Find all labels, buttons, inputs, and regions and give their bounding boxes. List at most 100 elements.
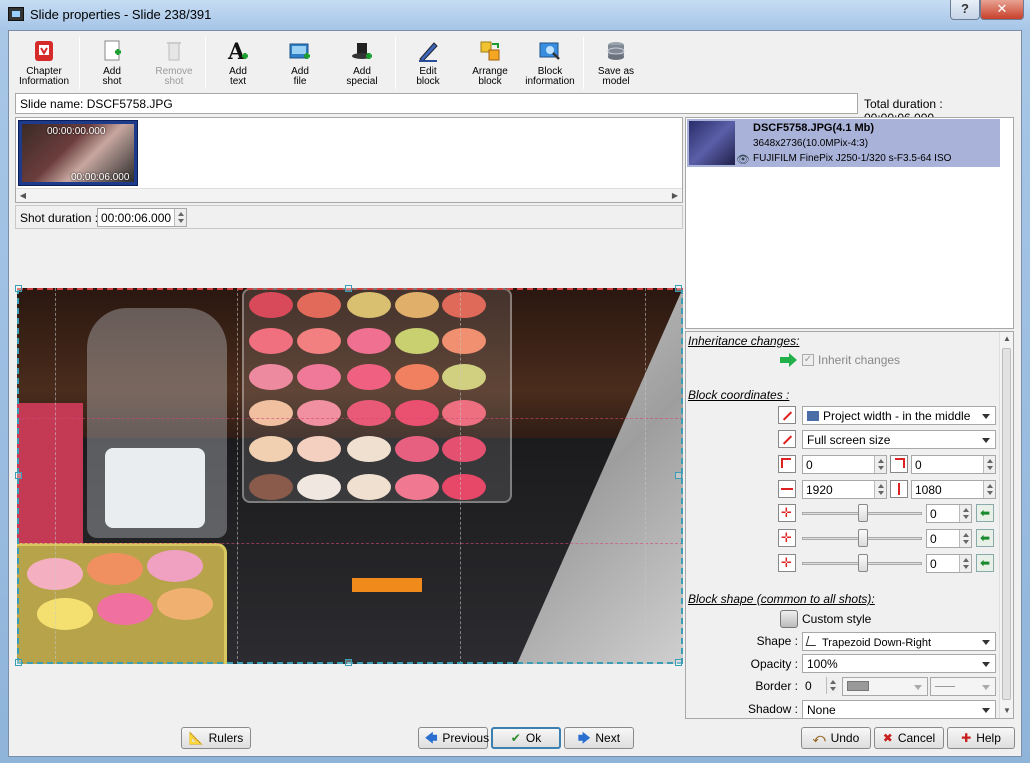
slider-knob[interactable] [858, 529, 868, 547]
macaron [442, 364, 486, 390]
toolbar-separator [79, 37, 80, 89]
shot-thumbnail[interactable]: 00:00:00.000 00:00:06.000 [18, 120, 138, 186]
custom-style-button[interactable] [780, 610, 798, 628]
resize-handle[interactable] [675, 285, 682, 292]
chapter-icon [32, 39, 56, 63]
macaron [157, 588, 213, 620]
lifebuoy-icon: ✚ [961, 731, 972, 745]
opacity-label: Opacity : [750, 657, 798, 671]
undo-button[interactable]: ⤺ Undo [801, 727, 871, 749]
spin-arrows-icon[interactable] [983, 456, 995, 473]
add-text-button[interactable]: A Add text [207, 35, 269, 91]
resize-handle[interactable] [675, 659, 682, 666]
add-file-icon [288, 39, 312, 63]
macaron [347, 436, 391, 462]
block-information-button[interactable]: Block information [519, 35, 581, 91]
resize-handle[interactable] [15, 472, 22, 479]
slider-knob[interactable] [858, 554, 868, 572]
rotate-y-slider[interactable] [802, 529, 926, 547]
size-mode-select[interactable]: Full screen size [802, 430, 996, 449]
rotate-x-slider[interactable] [802, 504, 926, 522]
reset-rotate-y-button[interactable]: ⬅ [976, 529, 994, 547]
opacity-select[interactable]: 100% [802, 654, 996, 673]
resize-handle[interactable] [345, 659, 352, 666]
macaron [395, 400, 439, 426]
remove-shot-button[interactable]: Remove shot [143, 35, 205, 91]
scroll-up-icon[interactable]: ▲ [1000, 332, 1013, 346]
spin-arrows-icon[interactable] [959, 530, 971, 547]
edit-block-button[interactable]: Edit block [397, 35, 459, 91]
spin-arrows-icon[interactable] [174, 209, 186, 226]
add-special-button[interactable]: Add special [331, 35, 393, 91]
rulers-button[interactable]: 📐 Rulers [181, 727, 251, 749]
inherit-changes-label: Inherit changes [818, 353, 901, 367]
next-button[interactable]: 🡆 Next [564, 727, 634, 749]
scroll-down-icon[interactable]: ▼ [1000, 704, 1013, 718]
position-mode-select[interactable]: Project width - in the middle [802, 406, 996, 425]
border-width-spinbox[interactable]: 0 [802, 677, 838, 696]
scrollbar-thumb[interactable] [1002, 348, 1011, 700]
reset-rotate-x-button[interactable]: ⬅ [976, 504, 994, 522]
reset-rotate-z-button[interactable]: ⬅ [976, 554, 994, 572]
chapter-information-button[interactable]: Chapter Information [13, 35, 75, 91]
app-icon [8, 7, 24, 21]
previous-button[interactable]: 🡄 Previous [418, 727, 489, 749]
scroll-right-icon[interactable]: ▶ [669, 190, 681, 202]
shot-duration-spinbox[interactable]: 00:00:06.000 [97, 208, 187, 227]
resize-handle[interactable] [15, 659, 22, 666]
add-file-button[interactable]: Add file [269, 35, 331, 91]
resize-handle[interactable] [345, 285, 352, 292]
block-information-icon [538, 39, 562, 63]
spin-arrows-icon[interactable] [959, 505, 971, 522]
y-position-value: 0 [915, 458, 922, 472]
width-spinbox[interactable]: 1920 [802, 480, 887, 499]
size-mode-icon [778, 430, 796, 448]
slide-name-field[interactable]: Slide name: DSCF5758.JPG [15, 93, 858, 114]
spin-arrows-icon[interactable] [826, 677, 838, 694]
height-spinbox[interactable]: 1080 [911, 480, 996, 499]
border-style-select[interactable] [930, 677, 996, 696]
x-position-icon [778, 455, 796, 473]
rotate-y-spinbox[interactable]: 0 [926, 529, 972, 548]
spin-arrows-icon[interactable] [874, 481, 886, 498]
slider-knob[interactable] [858, 504, 868, 522]
x-position-spinbox[interactable]: 0 [802, 455, 887, 474]
spin-arrows-icon[interactable] [874, 456, 886, 473]
shadow-select[interactable]: None [802, 700, 996, 718]
resize-handle[interactable] [675, 472, 682, 479]
block-coordinates-title: Block coordinates : [688, 388, 790, 402]
database-icon [604, 39, 628, 63]
border-color-select[interactable] [842, 677, 928, 696]
rotate-z-slider[interactable] [802, 554, 926, 572]
cancel-button[interactable]: ✖ Cancel [874, 727, 944, 749]
shape-select[interactable]: Trapezoid Down-Right [802, 632, 996, 651]
properties-scrollbar[interactable]: ▲ ▼ [999, 332, 1013, 718]
help-button[interactable]: ✚ Help [947, 727, 1015, 749]
spin-arrows-icon[interactable] [959, 555, 971, 572]
save-as-model-button[interactable]: Save as model [585, 35, 647, 91]
media-exif: FUJIFILM FinePix J250-1/320 s-F3.5-64 IS… [753, 153, 952, 164]
color-swatch [847, 681, 869, 691]
add-shot-button[interactable]: Add shot [81, 35, 143, 91]
y-position-spinbox[interactable]: 0 [911, 455, 996, 474]
help-window-button[interactable]: ? [950, 0, 980, 20]
line-style-icon [935, 686, 955, 687]
media-item[interactable]: 👁 DSCF5758.JPG(4.1 Mb) 3648x2736(10.0MPi… [687, 119, 1000, 167]
macaron [147, 550, 203, 582]
spin-arrows-icon[interactable] [983, 481, 995, 498]
resize-handle[interactable] [15, 285, 22, 292]
cancel-icon: ✖ [882, 731, 893, 745]
macaron [442, 436, 486, 462]
border-width-value: 0 [805, 679, 812, 693]
inherit-changes-checkbox[interactable]: ✓ [802, 354, 814, 366]
rotate-z-spinbox[interactable]: 0 [926, 554, 972, 573]
arrange-block-button[interactable]: Arrange block [459, 35, 521, 91]
scroll-left-icon[interactable]: ◀ [17, 190, 29, 202]
close-window-button[interactable]: ✕ [980, 0, 1024, 20]
trash-icon [162, 39, 186, 63]
slide-preview[interactable] [15, 231, 683, 721]
photo-price-tag [352, 578, 422, 592]
ok-button[interactable]: ✔ Ok [491, 727, 561, 749]
shot-strip-scrollbar[interactable]: ◀ ▶ [16, 188, 682, 202]
rotate-x-spinbox[interactable]: 0 [926, 504, 972, 523]
